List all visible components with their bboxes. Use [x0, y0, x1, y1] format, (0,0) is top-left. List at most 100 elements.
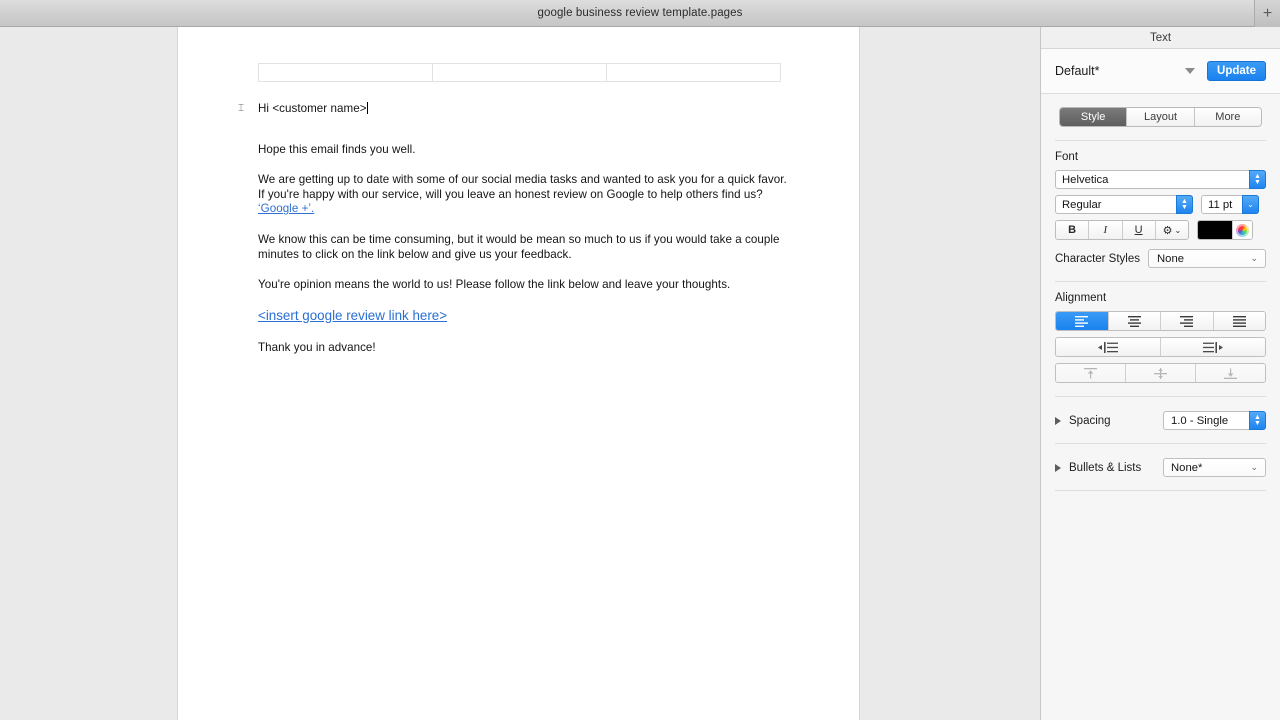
increase-indent-icon	[1203, 341, 1223, 353]
disclosure-triangle-icon[interactable]	[1055, 463, 1061, 472]
chevron-down-icon: ⌄	[1250, 461, 1258, 472]
font-format-buttons[interactable]: B I U ⚙ ⌄	[1055, 220, 1189, 240]
character-styles-value: None	[1157, 252, 1185, 265]
chevron-down-icon: ▼	[1181, 203, 1188, 211]
google-plus-link[interactable]: ‘Google +’.	[258, 202, 314, 215]
paragraph-request[interactable]: We are getting up to date with some of o…	[258, 173, 788, 217]
align-bottom-button[interactable]	[1196, 364, 1265, 382]
paragraph-opening[interactable]: Hope this email finds you well.	[258, 143, 788, 158]
disclosure-triangle-icon[interactable]	[1055, 416, 1061, 425]
vertical-alignment-buttons[interactable]	[1055, 363, 1266, 383]
bold-button[interactable]: B	[1056, 221, 1090, 239]
format-inspector-sidebar: Text Default* Update Style Layout More F…	[1040, 27, 1280, 720]
align-right-icon	[1180, 315, 1194, 327]
bullets-lists-value: None*	[1171, 461, 1203, 474]
character-styles-row: Character Styles None ⌄	[1055, 249, 1266, 268]
spacing-value: 1.0 - Single	[1171, 414, 1229, 427]
font-color-swatch[interactable]	[1198, 221, 1232, 239]
indent-buttons[interactable]	[1055, 337, 1266, 357]
document-page[interactable]: ⌶ Hi <customer name> Hope this email fin…	[178, 27, 859, 720]
font-family-row: Helvetica ▲ ▼	[1055, 170, 1266, 189]
horizontal-alignment-buttons[interactable]	[1055, 311, 1266, 331]
add-tab-button[interactable]: +	[1254, 0, 1280, 27]
italic-button[interactable]: I	[1089, 221, 1123, 239]
font-weight-value: Regular	[1062, 198, 1102, 211]
tab-layout[interactable]: Layout	[1127, 108, 1195, 126]
chevron-down-icon: ▼	[1254, 178, 1261, 186]
chevron-down-icon: ⌄	[1174, 225, 1182, 235]
align-bottom-icon	[1224, 368, 1237, 379]
window-title: google business review template.pages	[537, 7, 743, 19]
document-body[interactable]: ⌶ Hi <customer name> Hope this email fin…	[238, 102, 788, 371]
font-size-field[interactable]: 11 pt ⌄	[1201, 195, 1259, 214]
pages-window: google business review template.pages + …	[0, 0, 1280, 720]
align-left-button[interactable]	[1056, 312, 1109, 330]
spacing-row[interactable]: Spacing 1.0 - Single ▲ ▼	[1041, 411, 1280, 430]
font-weight-size-row: Regular ▲ ▼ 11 pt ⌄	[1055, 195, 1266, 214]
insert-review-link[interactable]: <insert google review link here>	[258, 307, 788, 325]
align-right-button[interactable]	[1161, 312, 1214, 330]
alignment-section-label: Alignment	[1055, 292, 1107, 304]
paragraph-closing[interactable]: Thank you in advance!	[258, 341, 788, 356]
font-options-gear-button[interactable]: ⚙ ⌄	[1155, 221, 1188, 239]
inspector-header: Text	[1041, 27, 1280, 49]
increase-indent-button[interactable]	[1161, 338, 1265, 356]
text-cursor	[366, 102, 368, 114]
font-family-field[interactable]: Helvetica ▲ ▼	[1055, 170, 1266, 189]
bullets-lists-field[interactable]: None* ⌄	[1163, 458, 1266, 477]
font-size-value: 11 pt	[1208, 198, 1233, 211]
font-weight-stepper[interactable]: ▲ ▼	[1176, 195, 1193, 214]
color-wheel-button[interactable]	[1232, 221, 1252, 239]
paragraph-style-name[interactable]: Default*	[1055, 64, 1185, 78]
font-format-row: B I U ⚙ ⌄	[1055, 220, 1266, 240]
header-table[interactable]	[258, 63, 781, 82]
tab-style[interactable]: Style	[1060, 108, 1128, 126]
align-center-button[interactable]	[1108, 312, 1161, 330]
table-cell[interactable]	[607, 64, 780, 81]
inspector-tabs[interactable]: Style Layout More	[1059, 107, 1262, 127]
spacing-field[interactable]: 1.0 - Single ▲ ▼	[1163, 411, 1266, 430]
greeting-text: Hi <customer name>	[258, 102, 367, 115]
font-color-controls[interactable]	[1197, 220, 1253, 240]
request-text: We are getting up to date with some of o…	[258, 173, 787, 201]
divider	[1055, 443, 1266, 444]
chevron-down-icon: ⌄	[1247, 199, 1254, 209]
chevron-down-icon[interactable]	[1185, 68, 1196, 74]
decrease-indent-icon	[1098, 341, 1118, 353]
font-size-dropdown[interactable]: ⌄	[1242, 195, 1259, 214]
align-justify-icon	[1232, 315, 1246, 327]
update-style-button[interactable]: Update	[1207, 61, 1266, 81]
table-cell[interactable]	[259, 64, 433, 81]
font-family-stepper[interactable]: ▲ ▼	[1249, 170, 1266, 189]
align-center-icon	[1127, 315, 1141, 327]
inspector-tabs-wrap: Style Layout More	[1041, 94, 1280, 127]
align-top-icon	[1084, 367, 1097, 378]
chevron-down-icon: ▼	[1254, 419, 1261, 427]
alignment-section: Alignment	[1041, 282, 1280, 383]
align-middle-icon	[1154, 367, 1167, 379]
color-wheel-icon	[1236, 223, 1249, 237]
spacing-label: Spacing	[1069, 414, 1111, 427]
font-family-value: Helvetica	[1062, 173, 1109, 186]
font-weight-field[interactable]: Regular ▲ ▼	[1055, 195, 1193, 214]
align-top-button[interactable]	[1056, 364, 1126, 382]
line-number-marker: ⌶	[238, 103, 245, 114]
document-canvas[interactable]: ⌶ Hi <customer name> Hope this email fin…	[0, 27, 1040, 720]
decrease-indent-button[interactable]	[1056, 338, 1161, 356]
paragraph-style-row[interactable]: Default* Update	[1041, 49, 1280, 94]
paragraph-greeting[interactable]: ⌶ Hi <customer name>	[238, 102, 788, 117]
underline-button[interactable]: U	[1122, 221, 1156, 239]
divider	[1055, 396, 1266, 397]
align-middle-button[interactable]	[1126, 364, 1196, 382]
font-section-label: Font	[1055, 151, 1079, 163]
spacing-stepper[interactable]: ▲ ▼	[1249, 411, 1266, 430]
tab-more[interactable]: More	[1194, 108, 1261, 126]
character-styles-label: Character Styles	[1055, 252, 1141, 265]
table-cell[interactable]	[433, 64, 607, 81]
font-section: Font Helvetica ▲ ▼ Regular ▲ ▼ 11 pt ⌄ B…	[1041, 141, 1280, 268]
character-styles-popup[interactable]: None ⌄	[1148, 249, 1266, 268]
paragraph-time-consuming[interactable]: We know this can be time consuming, but …	[258, 233, 788, 262]
paragraph-opinion[interactable]: You're opinion means the world to us! Pl…	[258, 278, 788, 293]
align-justify-button[interactable]	[1213, 312, 1265, 330]
bullets-lists-row[interactable]: Bullets & Lists None* ⌄	[1041, 458, 1280, 477]
